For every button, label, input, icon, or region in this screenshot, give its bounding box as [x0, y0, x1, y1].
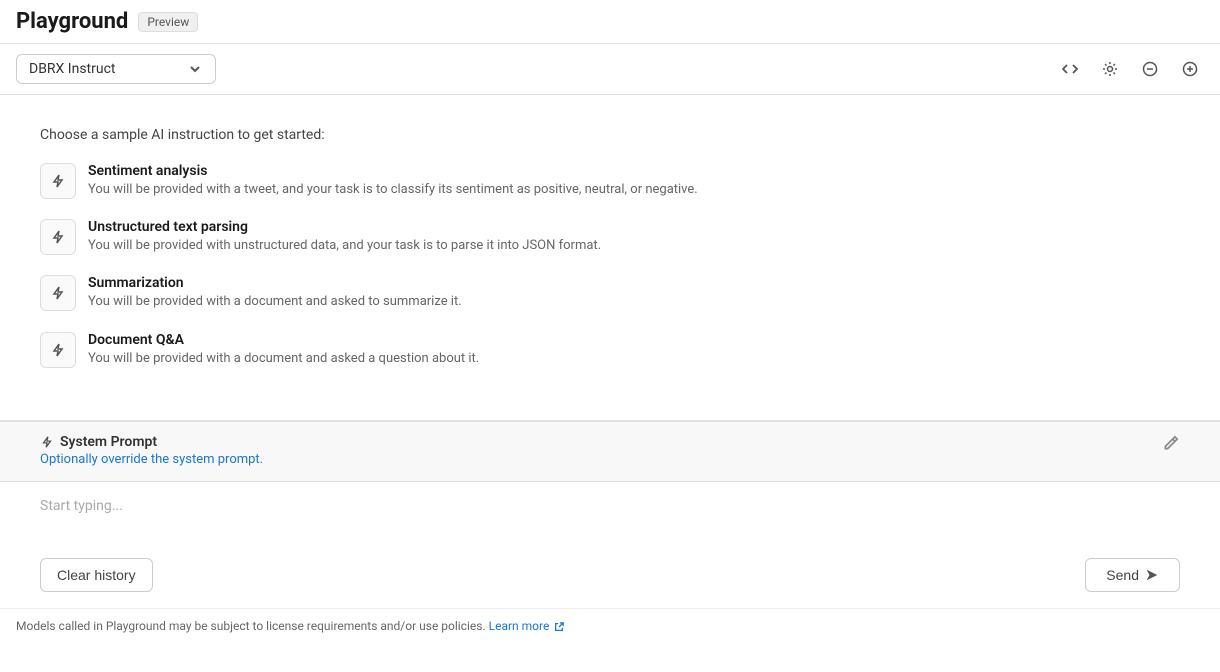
- chevron-down-icon: [187, 61, 203, 77]
- toolbar-actions: [1056, 55, 1204, 83]
- minus-circle-icon: [1142, 61, 1158, 77]
- footer-text: Models called in Playground may be subje…: [16, 619, 486, 633]
- pencil-icon: [1162, 434, 1180, 452]
- send-icon: [1145, 568, 1159, 582]
- sample-item-title-2: Summarization: [88, 275, 462, 291]
- system-prompt-content: System Prompt Optionally override the sy…: [40, 434, 263, 467]
- code-view-button[interactable]: [1056, 55, 1084, 83]
- model-selector-value: DBRX Instruct: [29, 61, 116, 77]
- send-label: Send: [1106, 567, 1139, 583]
- sample-item-text-3: Document Q&A You will be provided with a…: [88, 332, 479, 368]
- chat-input-placeholder[interactable]: Start typing...: [40, 498, 1180, 538]
- sample-item-title-3: Document Q&A: [88, 332, 479, 348]
- lightning-icon-system: [40, 435, 54, 449]
- gear-icon: [1102, 61, 1118, 77]
- system-prompt-label: System Prompt: [40, 434, 263, 450]
- page-title: Playground: [16, 9, 128, 34]
- sample-item-desc-0: You will be provided with a tweet, and y…: [88, 181, 698, 199]
- sample-instructions: Choose a sample AI instruction to get st…: [0, 95, 1220, 420]
- sample-item-text-2: Summarization You will be provided with …: [88, 275, 462, 311]
- sample-item-icon-box-2: [40, 275, 76, 311]
- footer: Models called in Playground may be subje…: [0, 608, 1220, 643]
- clear-history-button[interactable]: Clear history: [40, 558, 153, 592]
- list-item[interactable]: Unstructured text parsing You will be pr…: [40, 219, 1180, 255]
- sample-item-icon-box-1: [40, 219, 76, 255]
- system-prompt-placeholder: Optionally override the system prompt.: [40, 452, 263, 467]
- sample-item-desc-1: You will be provided with unstructured d…: [88, 237, 601, 255]
- plus-circle-icon: [1182, 61, 1198, 77]
- list-item[interactable]: Sentiment analysis You will be provided …: [40, 163, 1180, 199]
- settings-button[interactable]: [1096, 55, 1124, 83]
- send-button[interactable]: Send: [1085, 558, 1180, 592]
- preview-badge: Preview: [138, 12, 198, 32]
- minus-button[interactable]: [1136, 55, 1164, 83]
- main-area: Choose a sample AI instruction to get st…: [0, 95, 1220, 421]
- plus-button[interactable]: [1176, 55, 1204, 83]
- sample-item-icon-box-0: [40, 163, 76, 199]
- chat-input-area: Start typing... Clear history Send: [0, 481, 1220, 608]
- edit-system-prompt-button[interactable]: [1162, 434, 1180, 455]
- model-selector[interactable]: DBRX Instruct: [16, 54, 216, 84]
- chat-actions: Clear history Send: [40, 558, 1180, 592]
- code-icon: [1062, 61, 1078, 77]
- list-item[interactable]: Summarization You will be provided with …: [40, 275, 1180, 311]
- list-item[interactable]: Document Q&A You will be provided with a…: [40, 332, 1180, 368]
- sample-item-title-0: Sentiment analysis: [88, 163, 698, 179]
- sample-item-text-1: Unstructured text parsing You will be pr…: [88, 219, 601, 255]
- learn-more-link[interactable]: Learn more: [489, 619, 565, 633]
- external-link-icon: [554, 622, 564, 632]
- sample-item-text-0: Sentiment analysis You will be provided …: [88, 163, 698, 199]
- sample-item-icon-box-3: [40, 332, 76, 368]
- sample-item-title-1: Unstructured text parsing: [88, 219, 601, 235]
- lightning-icon-2: [50, 285, 66, 301]
- sample-item-desc-2: You will be provided with a document and…: [88, 293, 462, 311]
- header: Playground Preview: [0, 0, 1220, 44]
- sample-item-desc-3: You will be provided with a document and…: [88, 350, 479, 368]
- toolbar: DBRX Instruct: [0, 44, 1220, 95]
- system-prompt-section: System Prompt Optionally override the sy…: [0, 421, 1220, 481]
- lightning-icon-3: [50, 342, 66, 358]
- lightning-icon-1: [50, 229, 66, 245]
- lightning-icon-0: [50, 173, 66, 189]
- sample-instructions-heading: Choose a sample AI instruction to get st…: [40, 127, 1180, 143]
